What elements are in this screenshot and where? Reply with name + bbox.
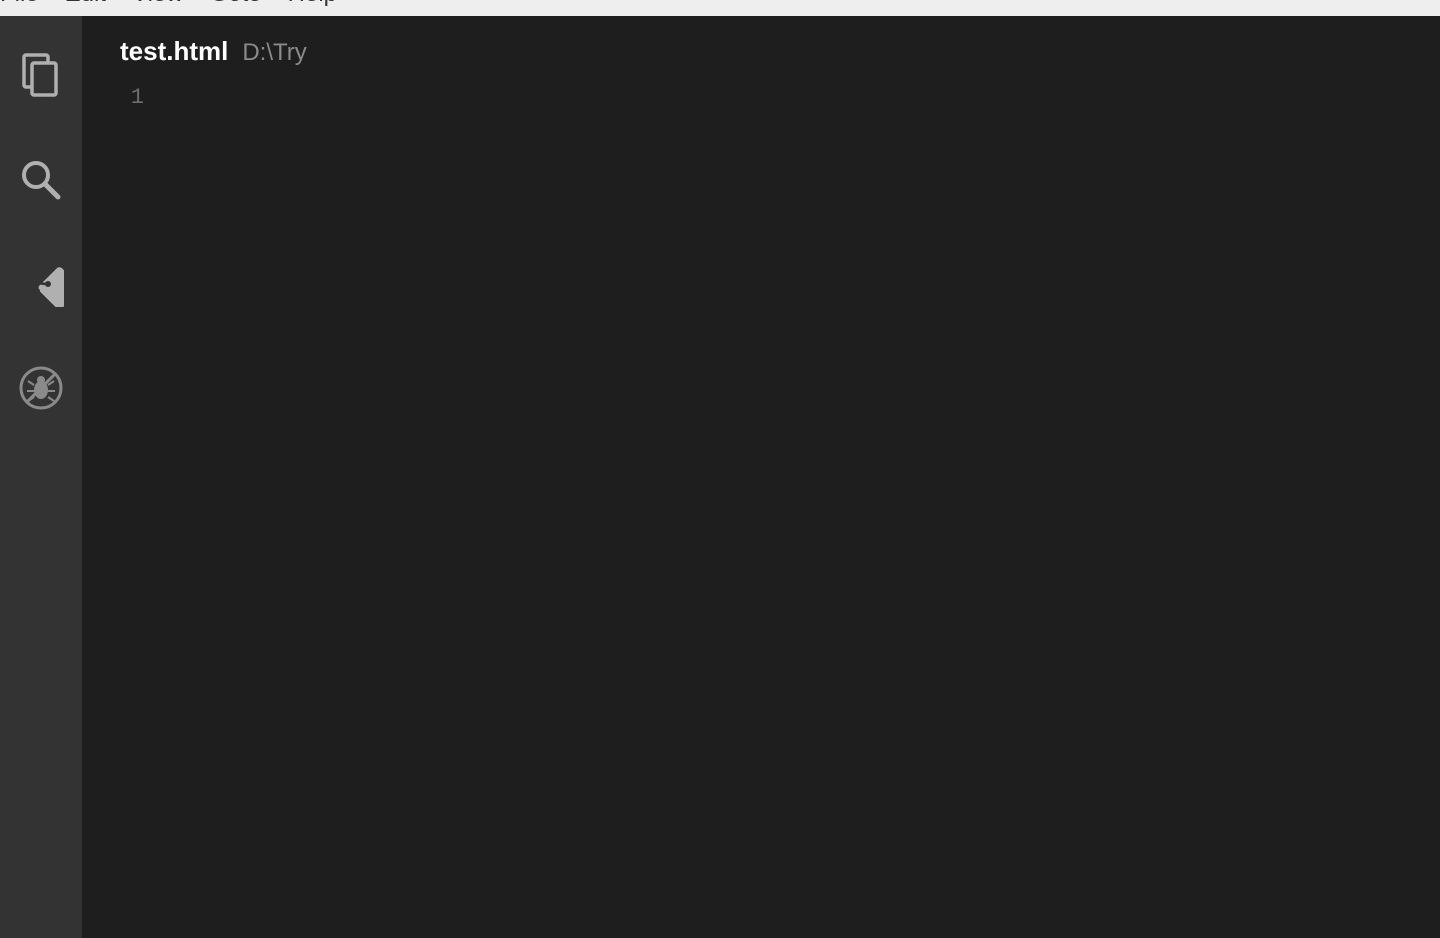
- menu-file[interactable]: File: [0, 0, 39, 6]
- line-number-gutter: 1: [82, 81, 168, 938]
- menu-help[interactable]: Help: [288, 0, 337, 6]
- activity-search[interactable]: [17, 156, 65, 204]
- activity-explorer[interactable]: [17, 52, 65, 100]
- open-file-path: D:\Try: [242, 39, 306, 67]
- line-number: 1: [82, 85, 144, 110]
- editor-header: test.html D:\Try: [82, 16, 1440, 81]
- activity-git[interactable]: [17, 260, 65, 308]
- main-area: test.html D:\Try 1: [0, 16, 1440, 938]
- activity-debug[interactable]: [17, 364, 65, 412]
- search-icon: [18, 157, 64, 203]
- code-area[interactable]: [168, 81, 1440, 938]
- activity-bar: [0, 16, 82, 938]
- debug-icon: [18, 365, 64, 411]
- editor-pane: test.html D:\Try 1: [82, 16, 1440, 938]
- editor-body: 1: [82, 81, 1440, 938]
- open-file-name: test.html: [120, 36, 228, 67]
- menu-goto[interactable]: Goto: [210, 0, 262, 6]
- menu-edit[interactable]: Edit: [65, 0, 106, 6]
- git-icon: [18, 261, 64, 307]
- menubar: File Edit View Goto Help: [0, 0, 1440, 16]
- menu-view[interactable]: View: [132, 0, 184, 6]
- files-icon: [20, 53, 62, 99]
